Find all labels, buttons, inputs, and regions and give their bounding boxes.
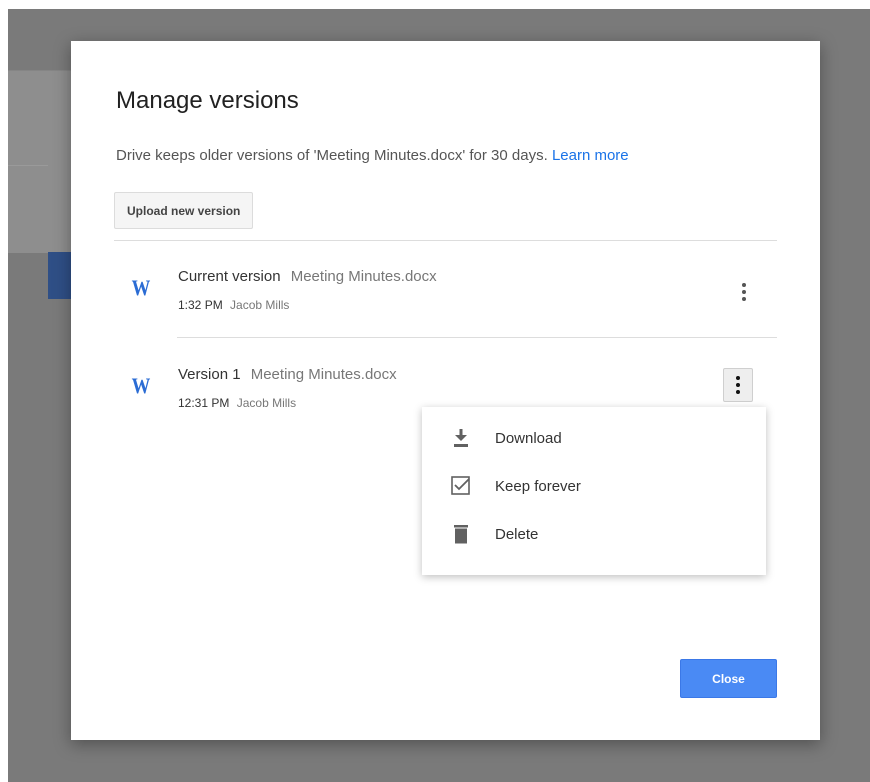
background-accent-block: [48, 252, 72, 299]
background-panel-section: [8, 165, 48, 253]
menu-item-keep-forever[interactable]: Keep forever: [422, 465, 766, 509]
divider: [114, 240, 777, 241]
close-button[interactable]: Close: [680, 659, 777, 698]
dialog-description: Drive keeps older versions of 'Meeting M…: [116, 147, 629, 164]
more-options-icon[interactable]: [729, 275, 759, 309]
version-label: Current version: [178, 268, 281, 285]
version-user: Jacob Mills: [236, 396, 297, 410]
divider: [177, 337, 777, 338]
version-context-menu: Download Keep forever Delete: [422, 407, 766, 575]
download-icon: [454, 429, 468, 447]
dot: [742, 283, 746, 287]
version-filename: Meeting Minutes.docx: [290, 268, 437, 285]
dot: [736, 390, 740, 394]
menu-item-label: Delete: [495, 526, 539, 543]
dialog-title: Manage versions: [116, 87, 299, 114]
version-meta: 1:32 PM Jacob Mills: [178, 298, 289, 312]
dot: [742, 297, 746, 301]
upload-new-version-button[interactable]: Upload new version: [114, 192, 254, 229]
version-filename: Meeting Minutes.docx: [250, 366, 397, 383]
more-options-icon[interactable]: [723, 368, 753, 402]
version-row-current: W Current version Meeting Minutes.docx 1…: [114, 261, 777, 331]
dot: [736, 376, 740, 380]
version-title: Current version Meeting Minutes.docx: [178, 268, 437, 285]
manage-versions-dialog: Manage versions Drive keeps older versio…: [71, 41, 820, 740]
description-text: Drive keeps older versions of 'Meeting M…: [116, 147, 548, 164]
trash-icon: [454, 525, 468, 544]
checkbox-checked-icon: [451, 476, 470, 495]
dot: [742, 290, 746, 294]
version-time: 1:32 PM: [178, 298, 223, 312]
dot: [736, 383, 740, 387]
learn-more-link[interactable]: Learn more: [552, 147, 629, 164]
word-doc-icon: W: [131, 275, 151, 300]
menu-item-label: Keep forever: [495, 478, 581, 495]
menu-item-download[interactable]: Download: [422, 417, 766, 461]
version-meta: 12:31 PM Jacob Mills: [178, 396, 296, 410]
version-label: Version 1: [178, 366, 241, 383]
version-user: Jacob Mills: [230, 298, 290, 312]
version-time: 12:31 PM: [178, 396, 230, 410]
menu-item-label: Download: [495, 430, 562, 447]
version-title: Version 1 Meeting Minutes.docx: [178, 366, 397, 383]
menu-item-delete[interactable]: Delete: [422, 513, 766, 557]
word-doc-icon: W: [131, 373, 151, 398]
